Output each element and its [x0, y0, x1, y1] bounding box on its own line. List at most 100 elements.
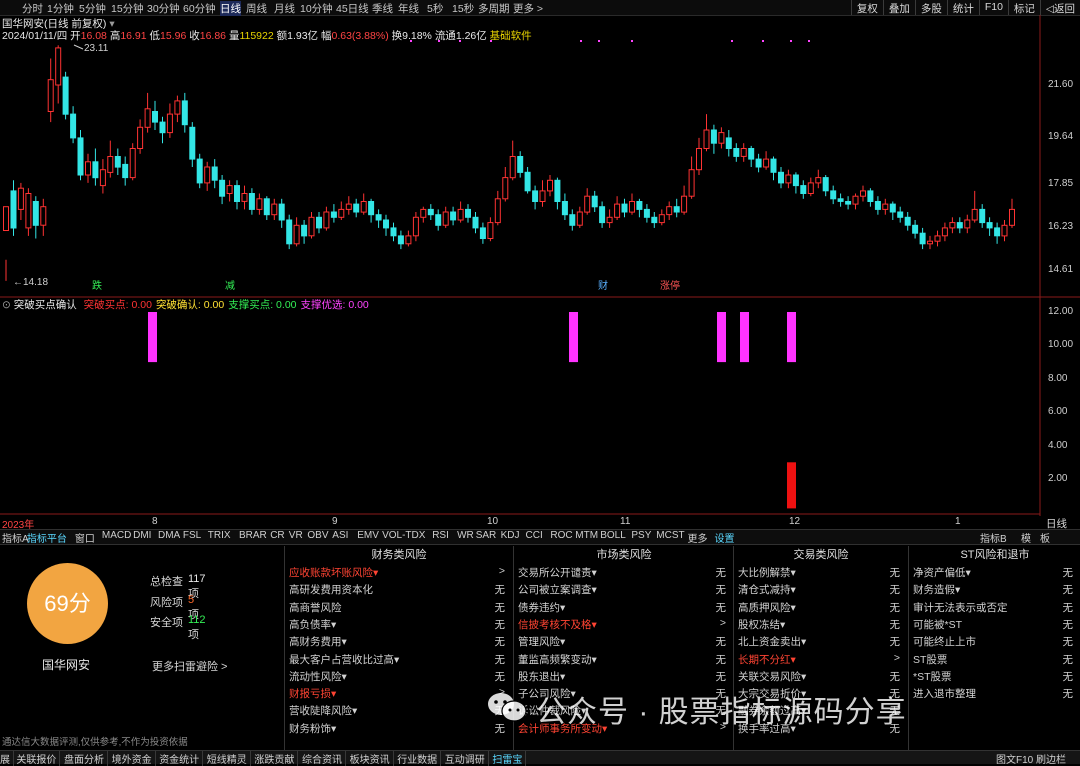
bottom-nav-0[interactable]: 展	[0, 751, 14, 766]
period-10[interactable]: 45日线	[336, 1, 369, 16]
bottom-nav-11[interactable]: 扫雷宝	[492, 751, 527, 766]
risk-row[interactable]: 审计无法表示或否定 无	[913, 600, 1073, 617]
bottom-nav-7[interactable]: 综合资讯	[302, 751, 346, 766]
toolbar-button-4[interactable]: F10	[978, 0, 1008, 15]
risk-row[interactable]: 董监高频繁变动▾ 无	[518, 652, 726, 669]
period-8[interactable]: 月线	[274, 1, 295, 16]
period-5[interactable]: 60分钟	[183, 1, 216, 16]
toolbar-button-0[interactable]: 复权	[850, 0, 883, 15]
indicator-tab-26[interactable]: 设置	[715, 530, 735, 545]
period-6[interactable]: 日线	[220, 1, 241, 16]
period-15[interactable]: 多周期	[478, 1, 510, 16]
risk-row[interactable]: 营收陡降风险▾无	[289, 703, 505, 720]
indicator-tab-0[interactable]: 指标A	[2, 530, 29, 545]
period-16[interactable]: 更多 >	[513, 1, 543, 16]
toolbar-button-2[interactable]: 多股	[914, 0, 947, 15]
indicator-tab-right-1[interactable]: 模	[1021, 530, 1031, 545]
risk-row[interactable]: 高商誉风险 无	[289, 600, 505, 617]
risk-row[interactable]: 信披考核不及格▾ >	[518, 617, 726, 634]
indicator-tab-25[interactable]: 更多	[688, 530, 708, 545]
risk-row[interactable]: 应收账款坏账风险▾ >	[289, 565, 505, 582]
bottom-nav-5[interactable]: 短线精灵	[207, 751, 251, 766]
more-scan-link[interactable]: 更多扫雷避险 >	[152, 658, 227, 674]
indicator-tab-24[interactable]: MCST	[656, 530, 684, 541]
indicator-tab-11[interactable]: OBV	[307, 530, 328, 541]
risk-row[interactable]: ST股票 无	[913, 652, 1073, 669]
risk-row[interactable]: 高质押风险▾ 无	[738, 600, 900, 617]
indicator-tab-10[interactable]: VR	[289, 530, 303, 541]
indicator-tab-9[interactable]: CR	[270, 530, 284, 541]
risk-row[interactable]: 流动性风险▾ 无	[289, 669, 505, 686]
risk-row[interactable]: 公司被立案调查▾ 无	[518, 582, 726, 599]
risk-row[interactable]: 财务造假▾ 无	[913, 582, 1073, 599]
indicator-tab-right-0[interactable]: 指标B	[980, 530, 1007, 545]
risk-row[interactable]: 清仓式减持▾ 无	[738, 582, 900, 599]
risk-row[interactable]: 可能被*ST 无	[913, 617, 1073, 634]
bottom-nav-1[interactable]: 关联报价	[16, 751, 61, 766]
bottom-nav-10[interactable]: 互动调研	[445, 751, 489, 766]
period-9[interactable]: 10分钟	[300, 1, 333, 16]
toolbar-button-1[interactable]: 叠加	[882, 0, 915, 15]
bottom-nav-2[interactable]: 盘面分析	[64, 751, 108, 766]
period-12[interactable]: 年线	[398, 1, 419, 16]
period-14[interactable]: 15秒	[452, 1, 474, 16]
risk-row[interactable]: 股权冻结▾ 无	[738, 617, 900, 634]
indicator-tab-21[interactable]: MTM	[575, 530, 598, 541]
risk-row[interactable]: 关联交易风险▾ 无	[738, 669, 900, 686]
indicator-tab-right-2[interactable]: 板	[1040, 530, 1050, 545]
indicator-tab-17[interactable]: SAR	[476, 530, 497, 541]
risk-row[interactable]: 高负债率▾ 无	[289, 617, 505, 634]
period-2[interactable]: 5分钟	[79, 1, 106, 16]
risk-row[interactable]: 最大客户占营收比过高▾ 无	[289, 652, 505, 669]
bottom-nav-4[interactable]: 资金统计	[159, 751, 204, 766]
indicator-tab-1[interactable]: 指标平台	[27, 530, 67, 545]
risk-row[interactable]: 可能终止上市 无	[913, 634, 1073, 651]
period-4[interactable]: 30分钟	[147, 1, 180, 16]
risk-row[interactable]: 长期不分红▾ >	[738, 652, 900, 669]
indicator-tab-7[interactable]: TRIX	[208, 530, 231, 541]
indicator-tab-6[interactable]: FSL	[183, 530, 201, 541]
indicator-tab-12[interactable]: ASI	[332, 530, 348, 541]
bottom-nav-right[interactable]: 图文F10 刷边栏	[996, 751, 1069, 766]
indicator-tab-15[interactable]: RSI	[432, 530, 449, 541]
toolbar-button-5[interactable]: 标记	[1007, 0, 1040, 15]
indicator-tab-3[interactable]: MACD	[102, 530, 131, 541]
indicator-tab-13[interactable]: EMV	[357, 530, 379, 541]
risk-row[interactable]: 净资产偏低▾ 无	[913, 565, 1073, 582]
period-11[interactable]: 季线	[372, 1, 393, 16]
indicator-tab-16[interactable]: WR	[457, 530, 474, 541]
indicator-tab-5[interactable]: DMA	[158, 530, 180, 541]
bottom-nav-6[interactable]: 涨跌贡献	[254, 751, 299, 766]
period-13[interactable]: 5秒	[427, 1, 443, 16]
indicator-tab-23[interactable]: PSY	[631, 530, 651, 541]
indicator-tab-14[interactable]: VOL-TDX	[382, 530, 425, 541]
period-0[interactable]: 分时	[22, 1, 43, 16]
indicator-tab-8[interactable]: BRAR	[239, 530, 267, 541]
toolbar-button-6[interactable]: ◁返回	[1039, 0, 1080, 15]
risk-row[interactable]: 高财务费用▾ 无	[289, 634, 505, 651]
risk-row[interactable]: 债券违约▾ 无	[518, 600, 726, 617]
indicator-tab-22[interactable]: BOLL	[600, 530, 626, 541]
bottom-nav-9[interactable]: 行业数据	[397, 751, 442, 766]
chart-area[interactable]: 23.11 ←14.18 跌 减 财 涨停	[0, 15, 1080, 516]
indicator-name[interactable]: 突破买点确认	[14, 299, 77, 311]
indicator-tab-18[interactable]: KDJ	[501, 530, 520, 541]
risk-row[interactable]: 管理风险▾ 无	[518, 634, 726, 651]
risk-row[interactable]: 股东退出▾ 无	[518, 669, 726, 686]
risk-row[interactable]: 高研发费用资本化 无	[289, 582, 505, 599]
risk-row[interactable]: 进入退市整理 无	[913, 686, 1073, 703]
indicator-tab-2[interactable]: 窗口	[75, 530, 95, 545]
indicator-tab-4[interactable]: DMI	[133, 530, 151, 541]
indicator-tab-19[interactable]: CCI	[526, 530, 543, 541]
risk-row[interactable]: 交易所公开谴责▾ 无	[518, 565, 726, 582]
risk-row[interactable]: 财报亏损▾ >	[289, 686, 505, 703]
period-3[interactable]: 15分钟	[111, 1, 144, 16]
toolbar-button-3[interactable]: 统计	[946, 0, 979, 15]
period-7[interactable]: 周线	[246, 1, 267, 16]
bottom-nav-3[interactable]: 境外资金	[112, 751, 156, 766]
risk-row[interactable]: 财务粉饰▾ 无	[289, 721, 505, 738]
indicator-tab-20[interactable]: ROC	[550, 530, 572, 541]
risk-row[interactable]: *ST股票 无	[913, 669, 1073, 686]
bottom-nav-8[interactable]: 板块资讯	[350, 751, 394, 766]
collapse-icon[interactable]: ⊙	[2, 299, 11, 311]
